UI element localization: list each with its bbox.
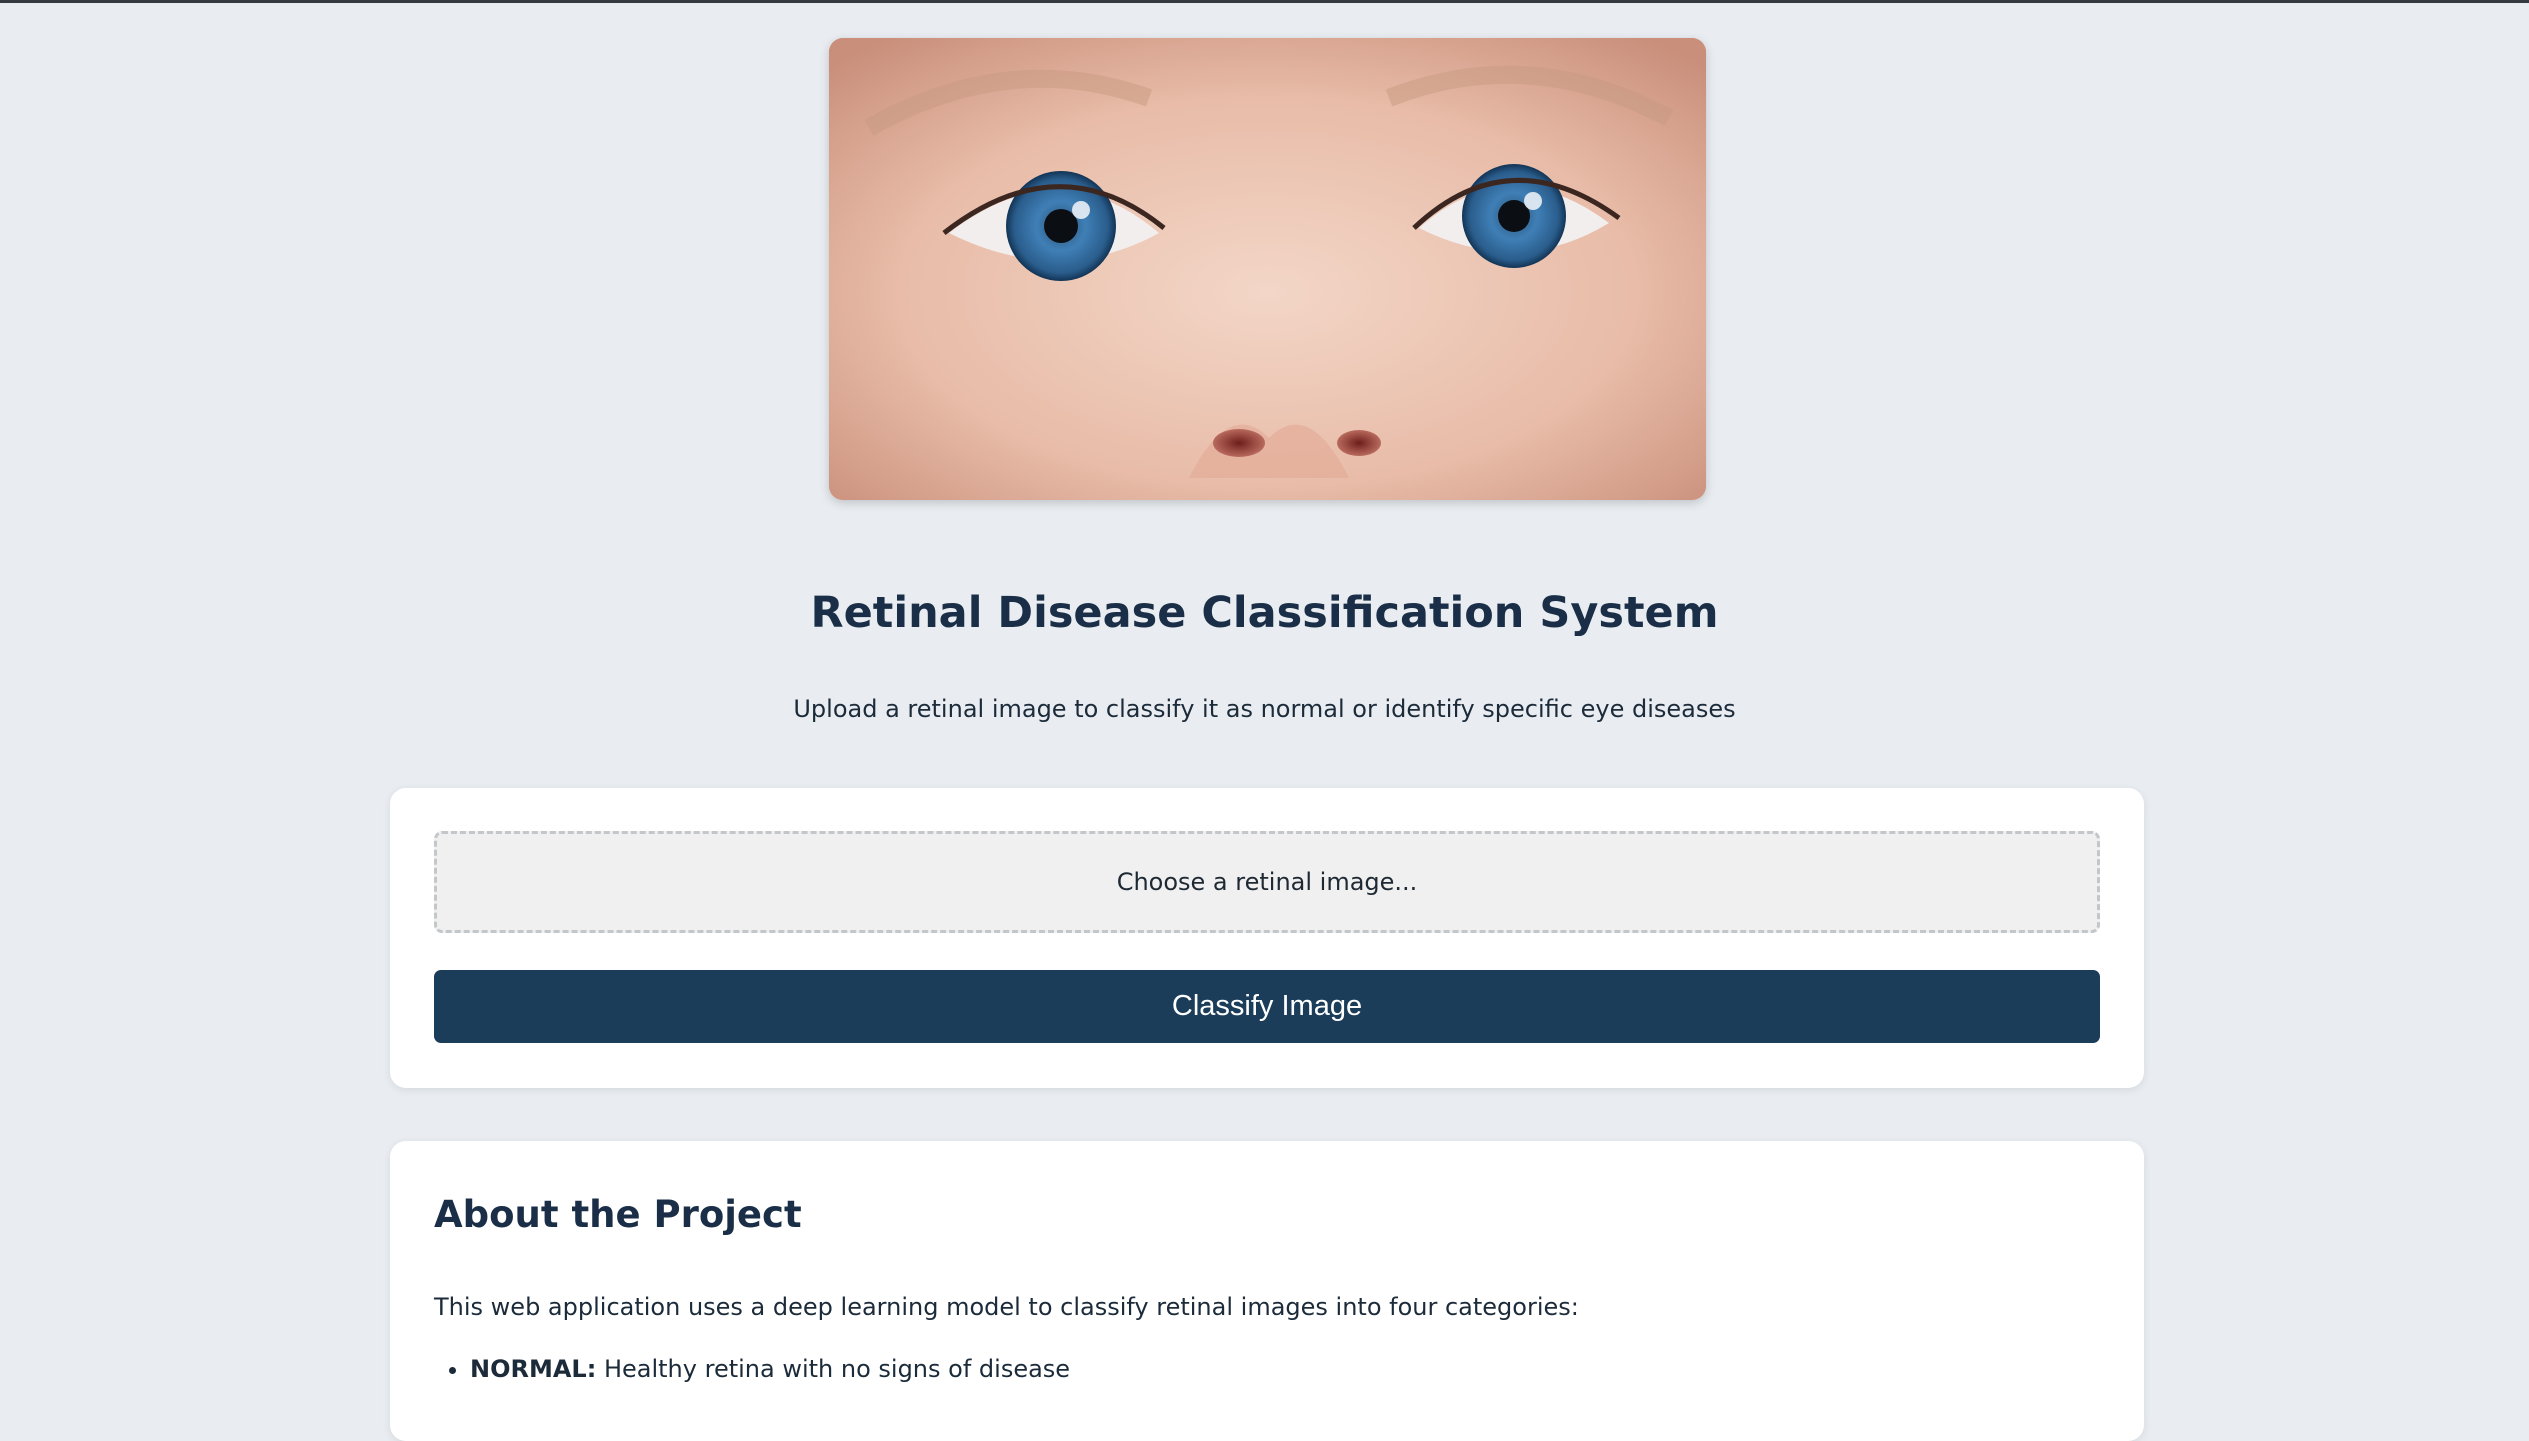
about-card: About the Project This web application u…: [390, 1141, 2144, 1441]
hero-image: [829, 38, 1706, 500]
category-description: Healthy retina with no signs of disease: [596, 1355, 1071, 1383]
classify-image-button[interactable]: Classify Image: [434, 970, 2100, 1043]
about-title: About the Project: [434, 1193, 802, 1236]
list-item: NORMAL: Healthy retina with no signs of …: [470, 1355, 1070, 1383]
page-subtitle: Upload a retinal image to classify it as…: [793, 695, 1736, 723]
file-input[interactable]: Choose a retinal image...: [434, 831, 2100, 933]
category-list: NORMAL: Healthy retina with no signs of …: [434, 1355, 1070, 1383]
page-title: Retinal Disease Classification System: [810, 588, 1719, 638]
category-name: NORMAL:: [470, 1355, 597, 1383]
about-description: This web application uses a deep learnin…: [434, 1293, 1579, 1321]
upload-card: Choose a retinal image... Classify Image: [390, 788, 2144, 1088]
file-input-label: Choose a retinal image...: [1116, 868, 1418, 896]
